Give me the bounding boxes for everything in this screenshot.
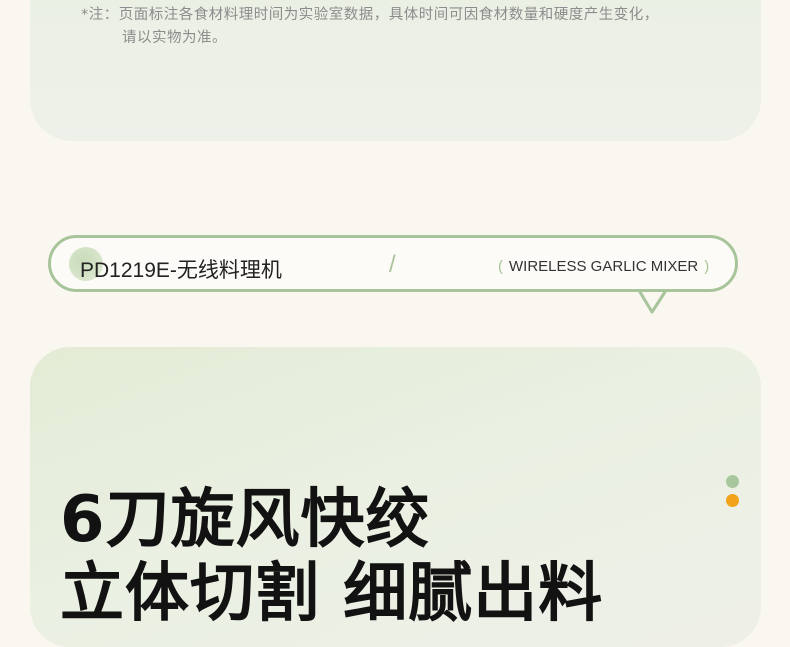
subtitle-text: WIRELESS GARLIC MIXER: [509, 258, 699, 275]
note-line-2: 请以实物为准。: [122, 30, 227, 46]
banner-divider: /: [389, 251, 396, 278]
feature-headline-2: 立体切割 细腻出料: [60, 557, 604, 631]
product-model-title: PD1219E-无线料理机: [80, 259, 282, 282]
page-indicator-dot-active[interactable]: [726, 494, 739, 507]
product-english-subtitle: ( WIRELESS GARLIC MIXER): [498, 258, 709, 275]
chevron-down-icon: [628, 290, 678, 314]
note-line-1: *注：页面标注各食材料理时间为实验室数据，具体时间可因食材数量和硬度产生变化，: [81, 7, 659, 23]
subtitle-open-paren: (: [498, 258, 503, 275]
subtitle-close-paren: ): [704, 258, 710, 275]
page-indicator-dot[interactable]: [726, 475, 739, 488]
